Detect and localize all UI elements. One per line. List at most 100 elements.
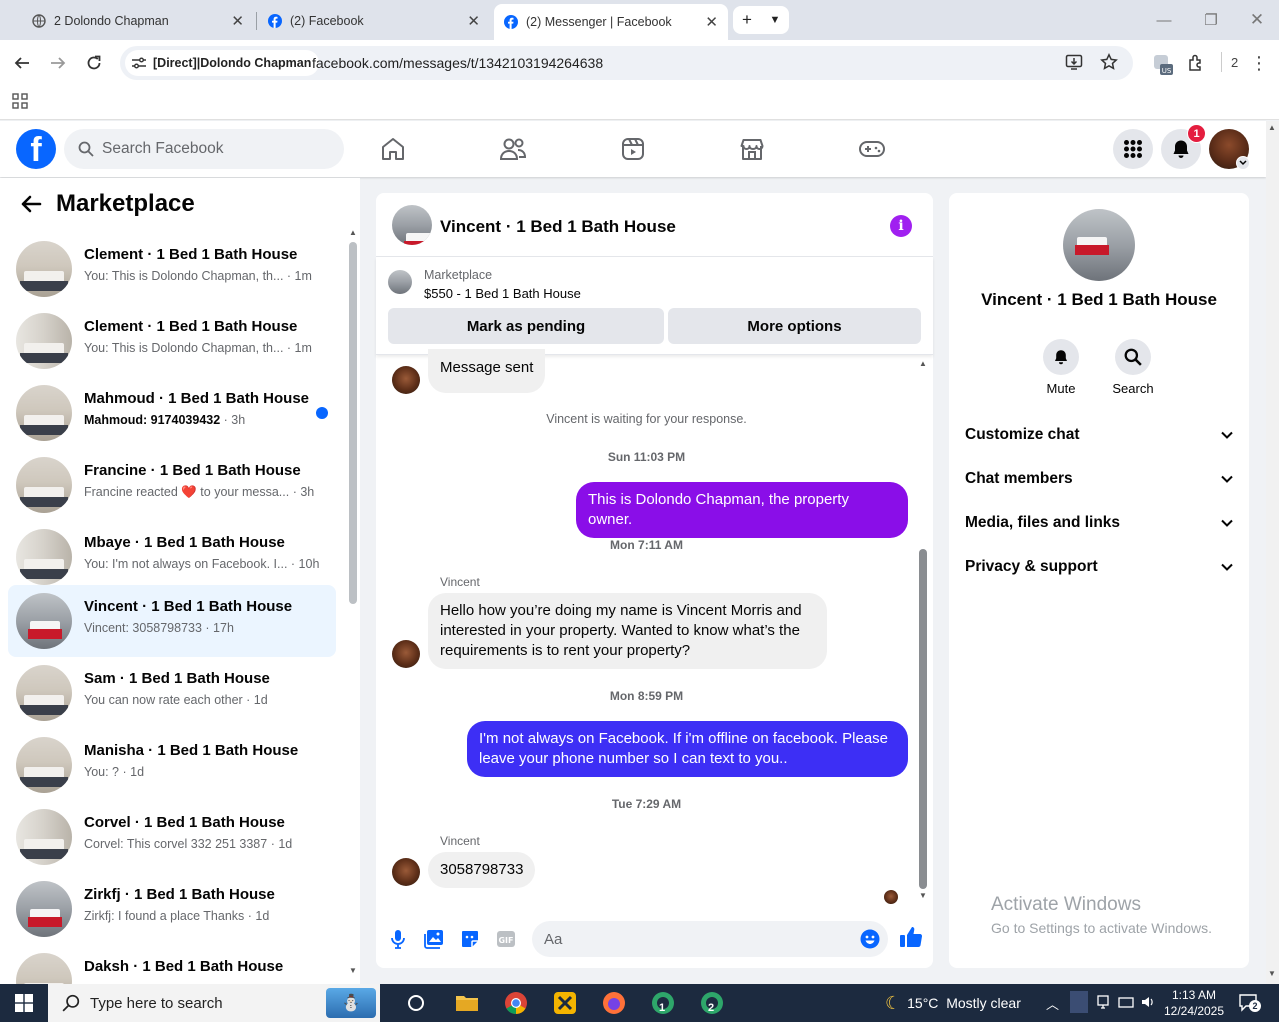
- close-window-icon[interactable]: ✕: [1242, 8, 1272, 32]
- minimize-icon[interactable]: —: [1149, 8, 1179, 32]
- microphone-icon[interactable]: [386, 927, 410, 951]
- restore-icon[interactable]: ❐: [1196, 8, 1226, 32]
- pen-icon[interactable]: [1070, 991, 1088, 1013]
- home-icon[interactable]: [373, 131, 413, 167]
- conversation-item[interactable]: Zirkfj · 1 Bed 1 Bath House Zirkfj: I fo…: [8, 873, 336, 945]
- mute-button[interactable]: Mute: [1031, 339, 1091, 396]
- gaming-icon[interactable]: [852, 131, 892, 167]
- incoming-message[interactable]: 3058798733: [428, 852, 536, 888]
- more-options-button[interactable]: More options: [668, 308, 921, 344]
- ethernet-icon[interactable]: [1118, 994, 1134, 1010]
- conversation-item[interactable]: Clement · 1 Bed 1 Bath House You: This i…: [8, 233, 336, 305]
- search-highlight-icon[interactable]: ⛄: [326, 988, 376, 1018]
- menu-kebab-icon[interactable]: ⋮: [1244, 48, 1274, 78]
- browser-tab-active[interactable]: (2) Messenger | Facebook ✕: [494, 4, 728, 40]
- tune-icon: [132, 57, 146, 69]
- install-app-icon[interactable]: [1065, 53, 1083, 71]
- photo-icon[interactable]: [422, 927, 446, 951]
- facebook-logo-icon[interactable]: f: [16, 129, 56, 169]
- browser-app-icon[interactable]: [545, 988, 585, 1018]
- weather-widget[interactable]: ☾ 15°C Mostly clear: [885, 984, 1021, 1022]
- close-tab-icon[interactable]: ✕: [467, 12, 480, 30]
- incoming-message[interactable]: Hello how you’re doing my name is Vincen…: [428, 593, 827, 669]
- listing-thumbnail[interactable]: [388, 270, 412, 294]
- outgoing-message[interactable]: This is Dolondo Chapman, the property ow…: [576, 482, 908, 538]
- app-window-icon[interactable]: 1: [643, 988, 683, 1018]
- listing-thumbnail: [16, 665, 72, 721]
- conversation-scrollbar[interactable]: ▲ ▼: [917, 359, 929, 900]
- chrome-icon[interactable]: [496, 988, 536, 1018]
- vincent-avatar[interactable]: [392, 858, 420, 886]
- page-scrollbar[interactable]: ▲ ▼: [1266, 121, 1279, 984]
- browser-tab[interactable]: 2 Dolondo Chapman ✕: [22, 6, 254, 36]
- message-input[interactable]: Aa: [532, 921, 888, 957]
- new-tab-icon[interactable]: +: [733, 10, 761, 30]
- back-arrow-icon[interactable]: [20, 194, 42, 214]
- conversation-item[interactable]: Sam · 1 Bed 1 Bath House You can now rat…: [8, 657, 336, 729]
- chat-members-section[interactable]: Chat members: [965, 459, 1233, 499]
- volume-icon[interactable]: [1140, 994, 1156, 1010]
- forward-icon[interactable]: [43, 48, 73, 78]
- network-icon[interactable]: [1096, 994, 1110, 1010]
- vincent-avatar[interactable]: [392, 366, 420, 394]
- facebook-search-input[interactable]: Search Facebook: [64, 129, 344, 169]
- file-explorer-icon[interactable]: [447, 988, 487, 1018]
- thumbs-up-icon[interactable]: [899, 925, 923, 949]
- conversation-avatar-large[interactable]: [1063, 209, 1135, 281]
- firefox-icon[interactable]: [594, 988, 634, 1018]
- friends-icon[interactable]: [493, 131, 533, 167]
- customize-chat-section[interactable]: Customize chat: [965, 415, 1233, 455]
- chat-list-scrollbar[interactable]: ▲ ▼: [348, 228, 357, 980]
- conversation-item[interactable]: Francine · 1 Bed 1 Bath House Francine r…: [8, 449, 336, 521]
- search-in-conversation-button[interactable]: Search: [1103, 339, 1163, 396]
- privacy-support-section[interactable]: Privacy & support: [965, 547, 1233, 587]
- notification-center-icon[interactable]: 2: [1238, 992, 1261, 1012]
- extensions-icon[interactable]: [1181, 48, 1211, 78]
- site-info-chip[interactable]: [Direct]|Dolondo Chapman: [125, 50, 320, 76]
- chevron-down-icon: [1221, 431, 1233, 439]
- sticker-icon[interactable]: [458, 927, 482, 951]
- conversation-item[interactable]: Corvel · 1 Bed 1 Bath House Corvel: This…: [8, 801, 336, 873]
- gif-icon[interactable]: GIF: [494, 927, 518, 951]
- close-tab-icon[interactable]: ✕: [705, 13, 718, 31]
- taskbar-search-input[interactable]: Type here to search ⛄: [48, 984, 380, 1022]
- conversation-item[interactable]: Clement · 1 Bed 1 Bath House You: This i…: [8, 305, 336, 377]
- conversation-item-selected[interactable]: Vincent · 1 Bed 1 Bath House Vincent: 30…: [8, 585, 336, 657]
- apps-grid-icon[interactable]: [12, 93, 28, 109]
- marketplace-icon[interactable]: [732, 131, 772, 167]
- task-view-icon[interactable]: [396, 988, 436, 1018]
- address-bar[interactable]: [Direct]|Dolondo Chapman facebook.com/me…: [120, 46, 1133, 80]
- listing-price-title[interactable]: $550 - 1 Bed 1 Bath House: [424, 286, 581, 301]
- video-icon[interactable]: [613, 131, 653, 167]
- vincent-avatar[interactable]: [392, 640, 420, 668]
- reload-icon[interactable]: [79, 48, 109, 78]
- outgoing-message[interactable]: I'm not always on Facebook. If i'm offli…: [467, 721, 908, 777]
- app-window-icon[interactable]: 2: [692, 988, 732, 1018]
- conversation-item[interactable]: Manisha · 1 Bed 1 Bath House You: ? · 1d: [8, 729, 336, 801]
- windows-start-icon[interactable]: [0, 984, 48, 1022]
- info-icon[interactable]: i: [890, 215, 912, 237]
- close-tab-icon[interactable]: ✕: [231, 12, 244, 30]
- bookmark-star-icon[interactable]: [1100, 53, 1118, 71]
- mark-as-pending-button[interactable]: Mark as pending: [388, 308, 664, 344]
- search-label: Search: [1112, 381, 1154, 396]
- conversation-title[interactable]: Vincent · 1 Bed 1 Bath House: [440, 217, 676, 237]
- browser-tab[interactable]: (2) Facebook ✕: [258, 6, 490, 36]
- conversation-item[interactable]: Mahmoud · 1 Bed 1 Bath House Mahmoud: 91…: [8, 377, 336, 449]
- conversation-item[interactable]: Daksh · 1 Bed 1 Bath House: [8, 945, 336, 984]
- conversation-item[interactable]: Mbaye · 1 Bed 1 Bath House You: I'm not …: [8, 521, 336, 593]
- emoji-icon[interactable]: [860, 929, 880, 949]
- taskbar-clock[interactable]: 1:13 AM 12/24/2025: [1163, 987, 1225, 1019]
- url-text[interactable]: facebook.com/messages/t/1342103194264638: [312, 55, 603, 71]
- conversation-snippet: You: This is Dolondo Chapman, th... · 1m: [84, 269, 312, 283]
- tab-search-icon[interactable]: ▼: [761, 14, 789, 26]
- tab-divider: [256, 12, 257, 30]
- media-files-links-section[interactable]: Media, files and links: [965, 503, 1233, 543]
- account-chevron-icon[interactable]: [1236, 156, 1250, 170]
- back-icon[interactable]: [7, 48, 37, 78]
- vpn-extension-icon[interactable]: US: [1152, 54, 1174, 76]
- show-hidden-icons[interactable]: ︿: [1046, 994, 1059, 1013]
- profile-count[interactable]: 2: [1231, 55, 1238, 70]
- menu-grid-icon[interactable]: [1113, 129, 1153, 169]
- conversation-avatar[interactable]: [392, 205, 432, 245]
